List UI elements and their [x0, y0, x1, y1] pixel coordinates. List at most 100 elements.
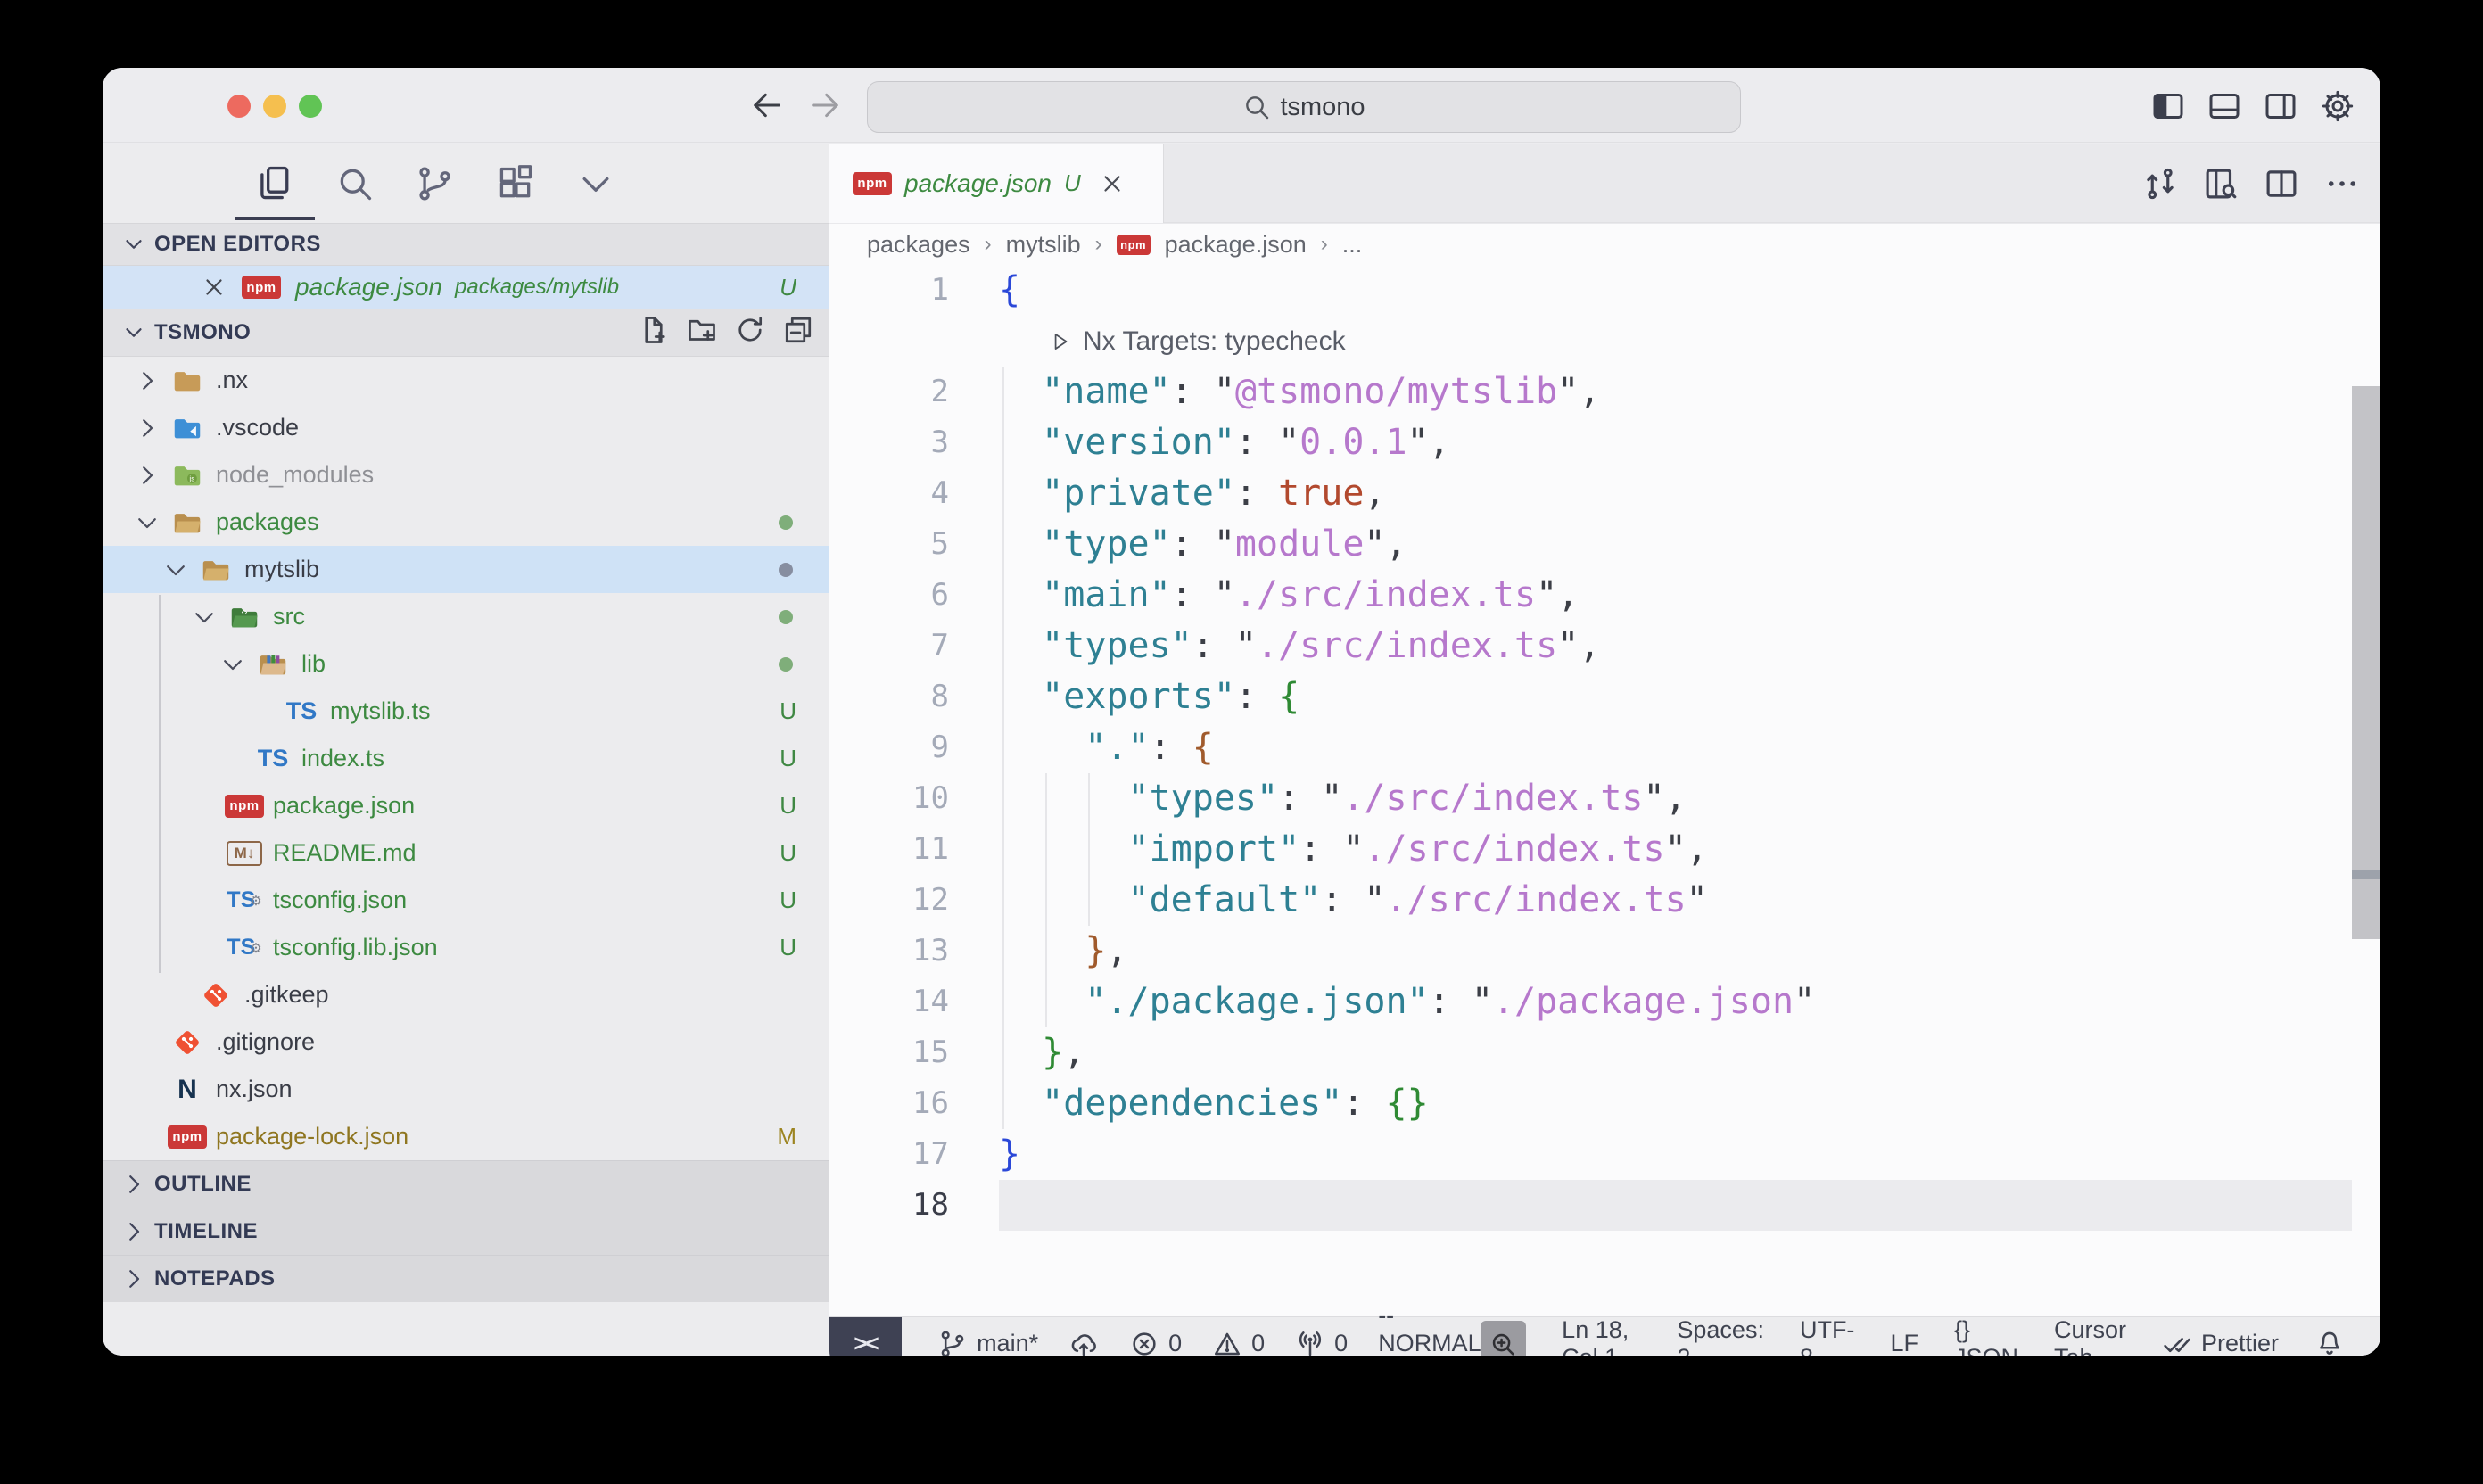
close-icon[interactable]: [201, 274, 227, 301]
tree-item-tsconfig.json[interactable]: TS⚙tsconfig.jsonU: [103, 877, 829, 924]
code-line-3[interactable]: 3 "version": "0.0.1",: [829, 417, 2380, 468]
chevron-down-icon[interactable]: [134, 509, 161, 536]
close-window-button[interactable]: [227, 95, 251, 118]
split-editor-icon[interactable]: [2263, 165, 2300, 207]
code-line-15[interactable]: 15 },: [829, 1027, 2380, 1078]
code-line-16[interactable]: 16 "dependencies": {}: [829, 1078, 2380, 1129]
tower-icon: [1295, 1329, 1325, 1356]
status-errors[interactable]: 0: [1129, 1329, 1182, 1356]
compare-changes-icon[interactable]: [2141, 165, 2179, 207]
back-icon[interactable]: [749, 87, 785, 123]
breadcrumb-packages[interactable]: packages: [867, 231, 970, 259]
tree-item-.vscode[interactable]: .vscode: [103, 404, 829, 451]
forward-icon[interactable]: [807, 87, 843, 123]
new-file-icon[interactable]: [638, 314, 670, 352]
code-line-11[interactable]: 11 "import": "./src/index.ts",: [829, 824, 2380, 875]
close-tab-icon[interactable]: [1099, 170, 1126, 197]
command-center-search[interactable]: tsmono: [867, 81, 1741, 133]
search-icon[interactable]: [334, 163, 375, 204]
run-icon: [1049, 330, 1072, 353]
toggle-secondary-sidebar-icon[interactable]: [2263, 88, 2298, 124]
toggle-panel-icon[interactable]: [2207, 88, 2242, 124]
status-ports[interactable]: 0: [1295, 1329, 1348, 1356]
code-line-2[interactable]: 2 "name": "@tsmono/mytslib",: [829, 367, 2380, 417]
tree-item-packages[interactable]: packages: [103, 499, 829, 546]
tree-item-mytslib.ts[interactable]: TSmytslib.tsU: [103, 688, 829, 735]
extensions-icon[interactable]: [495, 163, 536, 204]
new-folder-icon[interactable]: [686, 314, 718, 352]
tree-item-README.md[interactable]: M↓README.mdU: [103, 829, 829, 877]
status-warnings[interactable]: 0: [1212, 1329, 1265, 1356]
line-content: },: [999, 1027, 2352, 1078]
tree-item-nx.json[interactable]: Nnx.json: [103, 1066, 829, 1113]
settings-gear-icon[interactable]: [2320, 88, 2355, 124]
tree-item-.gitkeep[interactable]: .gitkeep: [103, 971, 829, 1018]
zoom-window-button[interactable]: [299, 95, 322, 118]
tree-item-mytslib[interactable]: mytslib: [103, 546, 829, 593]
breadcrumb--[interactable]: ...: [1342, 231, 1363, 259]
status-language-mode[interactable]: {} JSON: [1954, 1316, 2018, 1356]
chevron-down-icon[interactable]: [191, 604, 218, 631]
section-notepads[interactable]: NOTEPADS: [103, 1255, 829, 1302]
open-preview-icon[interactable]: [2202, 165, 2240, 207]
code-line-1[interactable]: 1{: [829, 265, 2380, 316]
tree-item-.nx[interactable]: .nx: [103, 357, 829, 404]
more-actions-icon[interactable]: [2323, 165, 2361, 207]
status-eol[interactable]: LF: [1890, 1330, 1918, 1356]
code-line-18[interactable]: 18: [829, 1180, 2380, 1231]
codelens[interactable]: Nx Targets: typecheck: [999, 316, 2352, 367]
files-icon[interactable]: [254, 163, 295, 204]
code-line-12[interactable]: 12 "default": "./src/index.ts": [829, 875, 2380, 926]
collapse-icon[interactable]: [782, 314, 814, 352]
tree-item-tsconfig.lib.json[interactable]: TS⚙tsconfig.lib.jsonU: [103, 924, 829, 971]
section-outline[interactable]: OUTLINE: [103, 1160, 829, 1208]
code-line-7[interactable]: 7 "types": "./src/index.ts",: [829, 621, 2380, 672]
workspace-header[interactable]: TSMONO: [103, 309, 829, 357]
refresh-icon[interactable]: [734, 314, 766, 352]
section-timeline[interactable]: TIMELINE: [103, 1208, 829, 1255]
status-cursor-position[interactable]: Ln 18, Col 1: [1562, 1316, 1641, 1356]
status-git-branch[interactable]: main*: [937, 1329, 1038, 1356]
code-line-13[interactable]: 13 },: [829, 926, 2380, 977]
code-line-9[interactable]: 9 ".": {: [829, 722, 2380, 773]
tab-package-json[interactable]: npm package.json U: [829, 144, 1164, 223]
code-line-10[interactable]: 10 "types": "./src/index.ts",: [829, 773, 2380, 824]
chevron-right-icon[interactable]: [134, 462, 161, 489]
status-notifications[interactable]: [2314, 1329, 2345, 1356]
tree-item-node_modules[interactable]: jsnode_modules: [103, 451, 829, 499]
minimize-window-button[interactable]: [263, 95, 286, 118]
chevron-right-icon[interactable]: [134, 415, 161, 441]
scrollbar-thumb[interactable]: [2352, 386, 2380, 939]
code-line-17[interactable]: 17}: [829, 1129, 2380, 1180]
code-line-4[interactable]: 4 "private": true,: [829, 468, 2380, 519]
open-editor-item[interactable]: npm package.json packages/mytslib U: [103, 266, 829, 309]
status-formatter[interactable]: Prettier: [2162, 1329, 2279, 1356]
tree-item-package.json[interactable]: npmpackage.jsonU: [103, 782, 829, 829]
chevron-right-icon[interactable]: [134, 367, 161, 394]
remote-indicator[interactable]: ><: [829, 1317, 902, 1356]
code-line-8[interactable]: 8 "exports": {: [829, 672, 2380, 722]
tree-item-src[interactable]: ‹›src: [103, 593, 829, 640]
scm-icon[interactable]: [415, 163, 456, 204]
code-line-6[interactable]: 6 "main": "./src/index.ts",: [829, 570, 2380, 621]
breadcrumb-mytslib[interactable]: mytslib: [1006, 231, 1081, 259]
status-indentation[interactable]: Spaces: 2: [1677, 1316, 1764, 1356]
tree-item-lib[interactable]: lib: [103, 640, 829, 688]
open-editors-header[interactable]: OPEN EDITORS: [103, 223, 829, 266]
status-cursor-tab[interactable]: Cursor Tab: [2054, 1316, 2126, 1356]
status-encoding[interactable]: UTF-8: [1800, 1316, 1854, 1356]
code-editor[interactable]: 1{Nx Targets: typecheck2 "name": "@tsmon…: [829, 265, 2380, 1356]
chevron-down-icon[interactable]: [219, 651, 246, 678]
code-line-14[interactable]: 14 "./package.json": "./package.json": [829, 977, 2380, 1027]
tree-item-index.ts[interactable]: TSindex.tsU: [103, 735, 829, 782]
code-line-5[interactable]: 5 "type": "module",: [829, 519, 2380, 570]
breadcrumb-package-json[interactable]: package.json: [1165, 231, 1307, 259]
tree-item-.gitignore[interactable]: .gitignore: [103, 1018, 829, 1066]
status-vim-mode[interactable]: -- NORMAL --: [1378, 1302, 1481, 1356]
tree-item-package-lock.json[interactable]: npmpackage-lock.jsonM: [103, 1113, 829, 1160]
toggle-sidebar-icon[interactable]: [2150, 88, 2186, 124]
status-zoom-indicator[interactable]: [1481, 1321, 1526, 1356]
chevron-down-icon[interactable]: [162, 556, 189, 583]
chev-down-icon[interactable]: [575, 163, 616, 204]
status-publish[interactable]: [1068, 1329, 1099, 1356]
